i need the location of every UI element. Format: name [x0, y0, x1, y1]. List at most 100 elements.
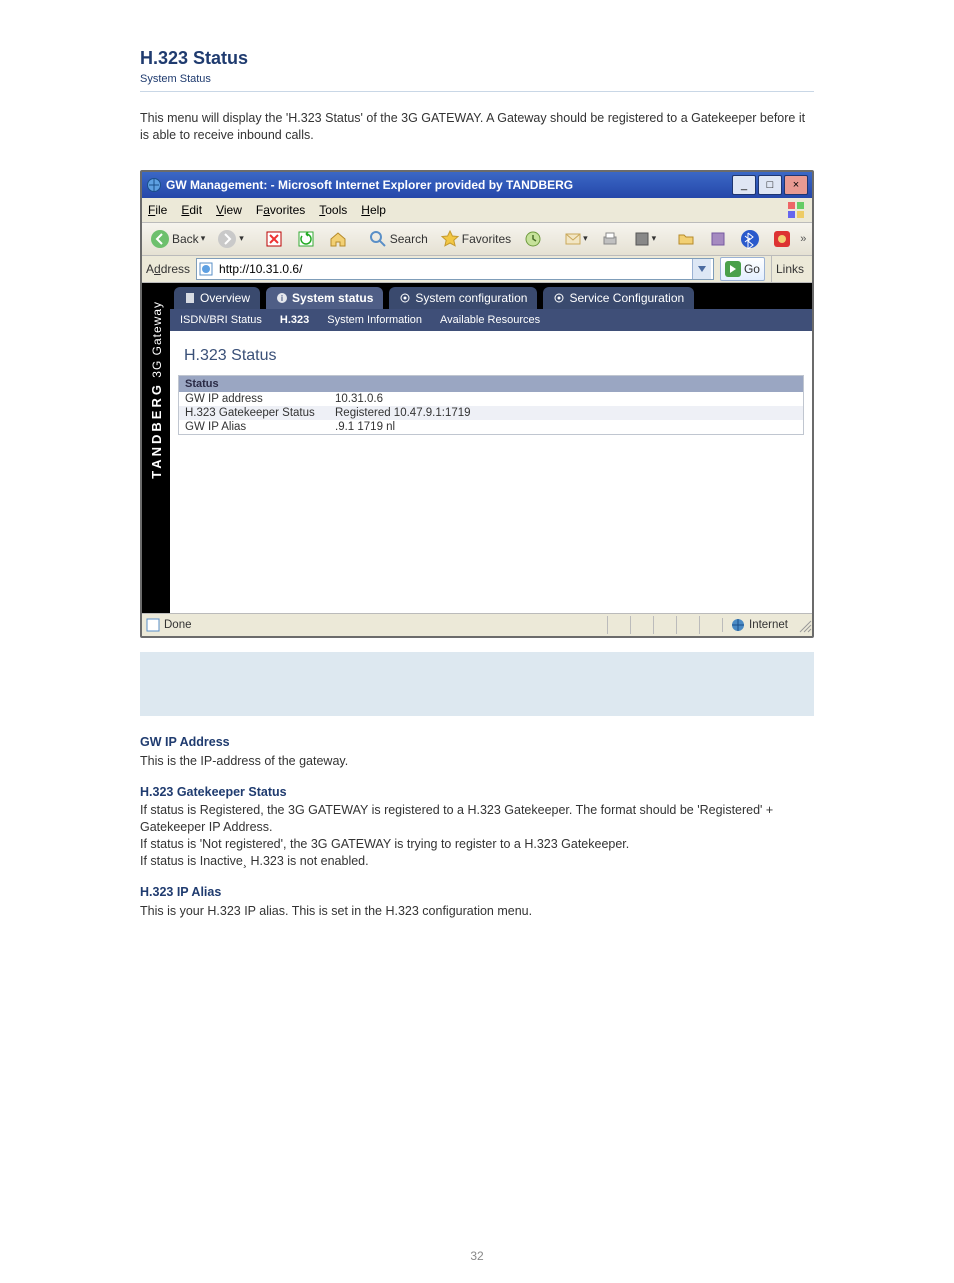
print-button[interactable]: [596, 227, 624, 251]
addressbar: Address Go Links: [142, 256, 812, 283]
menu-view[interactable]: View: [216, 203, 242, 217]
menu-help[interactable]: Help: [361, 203, 386, 217]
statusbar: Done Internet: [142, 613, 812, 636]
refresh-icon: [296, 229, 316, 249]
status-value: 10.31.0.6: [335, 393, 383, 405]
folder-button[interactable]: [672, 227, 700, 251]
page-title: H.323 Status: [178, 343, 804, 375]
tab-label: System configuration: [415, 291, 527, 305]
mail-button[interactable]: ▾: [559, 227, 592, 251]
menu-edit[interactable]: Edit: [181, 203, 202, 217]
back-icon: [150, 229, 170, 249]
status-key: H.323 Gatekeeper Status: [185, 407, 335, 419]
menu-favorites[interactable]: Favorites: [256, 203, 305, 217]
tab-system-status[interactable]: i System status: [266, 287, 383, 309]
tab-service-configuration[interactable]: Service Configuration: [543, 287, 694, 309]
status-box-header: Status: [179, 376, 803, 392]
stop-icon: [264, 229, 284, 249]
status-segment: [630, 616, 653, 634]
go-button[interactable]: Go: [720, 257, 765, 281]
home-icon: [328, 229, 348, 249]
tab-overview[interactable]: Overview: [174, 287, 260, 309]
divider: [140, 91, 814, 92]
address-input[interactable]: [217, 261, 692, 277]
status-segment: [607, 616, 630, 634]
bluetooth-button[interactable]: [736, 227, 764, 251]
svg-text:i: i: [281, 294, 283, 303]
sub-tabs: ISDN/BRI Status H.323 System Information…: [170, 309, 812, 331]
info-icon: i: [276, 292, 288, 304]
window-title: GW Management: - Microsoft Internet Expl…: [166, 178, 730, 192]
status-value: Registered 10.47.9.1:1719: [335, 407, 471, 419]
def-body: This is your H.323 IP alias. This is set…: [140, 903, 814, 920]
status-key: GW IP address: [185, 393, 335, 405]
menu-file[interactable]: File: [148, 203, 167, 217]
page-number: 32: [0, 1249, 954, 1263]
stop-button[interactable]: [260, 227, 288, 251]
maximize-button[interactable]: □: [758, 175, 782, 195]
tool-button[interactable]: [704, 227, 732, 251]
address-dropdown[interactable]: [692, 259, 711, 279]
forward-button[interactable]: ▾: [213, 227, 248, 251]
table-row: H.323 Gatekeeper Status Registered 10.47…: [179, 406, 803, 420]
primary-tabs: Overview i System status System configur…: [170, 283, 812, 309]
gear-icon: [553, 292, 565, 304]
search-button[interactable]: Search: [364, 227, 432, 251]
breadcrumb: System Status: [140, 73, 814, 85]
def-heading-gwip: GW IP Address: [140, 734, 814, 751]
history-button[interactable]: [519, 227, 547, 251]
clipboard-icon: [184, 292, 196, 304]
def-heading-gk: H.323 Gatekeeper Status: [140, 784, 814, 801]
subtab-h323[interactable]: H.323: [280, 314, 309, 326]
subtab-system-info[interactable]: System Information: [327, 314, 422, 326]
refresh-button[interactable]: [292, 227, 320, 251]
favorites-button[interactable]: Favorites: [436, 227, 515, 251]
page-icon: [146, 618, 160, 632]
def-body: If status is Registered, the 3G GATEWAY …: [140, 802, 814, 836]
resize-grip[interactable]: [796, 617, 812, 633]
edit-button[interactable]: ▾: [628, 227, 661, 251]
mail-icon: [563, 229, 583, 249]
security-zone[interactable]: Internet: [722, 618, 796, 632]
tab-label: System status: [292, 291, 373, 305]
links-button[interactable]: Links: [771, 256, 808, 282]
status-segment: [676, 616, 699, 634]
toolbar: Back ▾ ▾ Search Favorites ▾: [142, 222, 812, 256]
sidebar: TANDBERG 3G Gateway: [142, 283, 170, 613]
history-icon: [523, 229, 543, 249]
tab-label: Service Configuration: [569, 291, 684, 305]
tab-system-configuration[interactable]: System configuration: [389, 287, 537, 309]
window-titlebar: GW Management: - Microsoft Internet Expl…: [142, 172, 812, 198]
home-button[interactable]: [324, 227, 352, 251]
red-app-button[interactable]: [768, 227, 796, 251]
tool-icon: [708, 229, 728, 249]
status-key: GW IP Alias: [185, 421, 335, 433]
figure-caption-box: Picture 17 – H.323 Status: [140, 652, 814, 716]
chevron-down-icon: ▾: [583, 233, 588, 244]
windows-flag-icon: [786, 200, 806, 220]
favorites-label: Favorites: [462, 232, 511, 246]
section-title: H.323 Status: [140, 48, 814, 69]
intro-paragraph: This menu will display the 'H.323 Status…: [140, 110, 814, 144]
table-row: GW IP Alias .9.1 1719 nl: [179, 420, 803, 434]
address-label: Address: [146, 262, 190, 276]
menubar: File Edit View Favorites Tools Help: [142, 198, 812, 222]
subtab-isdn[interactable]: ISDN/BRI Status: [180, 314, 262, 326]
red-app-icon: [772, 229, 792, 249]
table-row: GW IP address 10.31.0.6: [179, 392, 803, 406]
def-body: This is the IP-address of the gateway.: [140, 753, 814, 770]
zone-label: Internet: [749, 619, 788, 631]
address-input-wrapper[interactable]: [196, 258, 714, 280]
minimize-button[interactable]: _: [732, 175, 756, 195]
chevron-down-icon: ▾: [652, 233, 657, 244]
close-button[interactable]: ×: [784, 175, 808, 195]
status-text: Done: [164, 619, 192, 631]
toolbar-overflow[interactable]: »: [800, 233, 810, 245]
status-box: Status GW IP address 10.31.0.6 H.323 Gat…: [178, 375, 804, 435]
subtab-resources[interactable]: Available Resources: [440, 314, 540, 326]
menu-tools[interactable]: Tools: [319, 203, 347, 217]
ie-icon: [146, 177, 162, 193]
back-button[interactable]: Back ▾: [146, 227, 209, 251]
search-label: Search: [390, 232, 428, 246]
def-body: If status is 'Not registered', the 3G GA…: [140, 836, 814, 853]
